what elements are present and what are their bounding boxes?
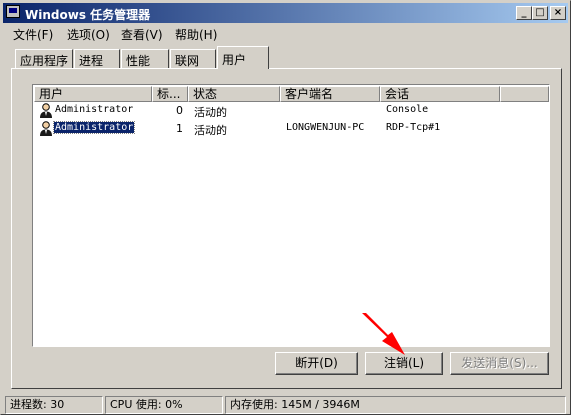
window-title: Windows 任务管理器: [25, 8, 151, 22]
user-session: RDP-Tcp#1: [386, 122, 441, 133]
minimize-button[interactable]: _: [516, 6, 532, 20]
title-bar[interactable]: Windows 任务管理器 _ □ ×: [3, 3, 568, 23]
column-header-id[interactable]: 标...: [152, 86, 188, 102]
tab-users[interactable]: 用户: [217, 46, 269, 69]
user-icon: [40, 121, 52, 136]
user-icon: [40, 103, 52, 118]
user-name-selected: Administrator: [52, 121, 136, 134]
disconnect-button[interactable]: 断开(D): [275, 352, 358, 375]
table-row[interactable]: Administrator 1 活动的 LONGWENJUN-PC RDP-Tc…: [34, 120, 549, 137]
close-button[interactable]: ×: [550, 6, 566, 20]
app-icon: [6, 5, 20, 18]
send-message-button[interactable]: 发送消息(S)...: [450, 352, 549, 375]
menu-options[interactable]: 选项(O): [67, 26, 110, 43]
status-process-count: 进程数: 30: [5, 396, 103, 414]
user-status: 活动的: [194, 106, 227, 119]
tab-performance[interactable]: 性能: [121, 49, 169, 68]
status-memory-usage: 内存使用: 145M / 3946M: [225, 396, 566, 414]
column-header-filler: [500, 86, 549, 102]
status-cpu-usage: CPU 使用: 0%: [105, 396, 223, 414]
user-name: Administrator: [55, 104, 134, 115]
tab-networking[interactable]: 联网: [170, 49, 216, 68]
tab-processes[interactable]: 进程: [74, 49, 120, 68]
user-client: LONGWENJUN-PC: [286, 122, 365, 133]
column-header-client[interactable]: 客户端名: [280, 86, 380, 102]
annotation-arrow-icon: [362, 313, 405, 355]
tab-applications[interactable]: 应用程序: [15, 49, 73, 68]
menu-view[interactable]: 查看(V): [121, 26, 163, 43]
user-id: 1: [176, 122, 183, 135]
menu-bar: 文件(F) 选项(O) 查看(V) 帮助(H): [3, 24, 568, 43]
user-status: 活动的: [194, 124, 227, 137]
table-row[interactable]: Administrator 0 活动的 Console: [34, 102, 549, 119]
maximize-button[interactable]: □: [532, 6, 548, 20]
users-list[interactable]: 用户 标... 状态 客户端名 会话 Administrator 0 活动的 C…: [32, 84, 550, 347]
column-header-session[interactable]: 会话: [380, 86, 500, 102]
column-header-user[interactable]: 用户: [34, 86, 152, 102]
user-id: 0: [176, 104, 183, 117]
status-bar: 进程数: 30 CPU 使用: 0% 内存使用: 145M / 3946M: [3, 396, 568, 414]
menu-help[interactable]: 帮助(H): [175, 26, 217, 43]
user-session: Console: [386, 104, 429, 115]
column-header-status[interactable]: 状态: [188, 86, 280, 102]
menu-file[interactable]: 文件(F): [13, 26, 53, 43]
task-manager-window: Windows 任务管理器 _ □ × 文件(F) 选项(O) 查看(V) 帮助…: [0, 0, 571, 415]
